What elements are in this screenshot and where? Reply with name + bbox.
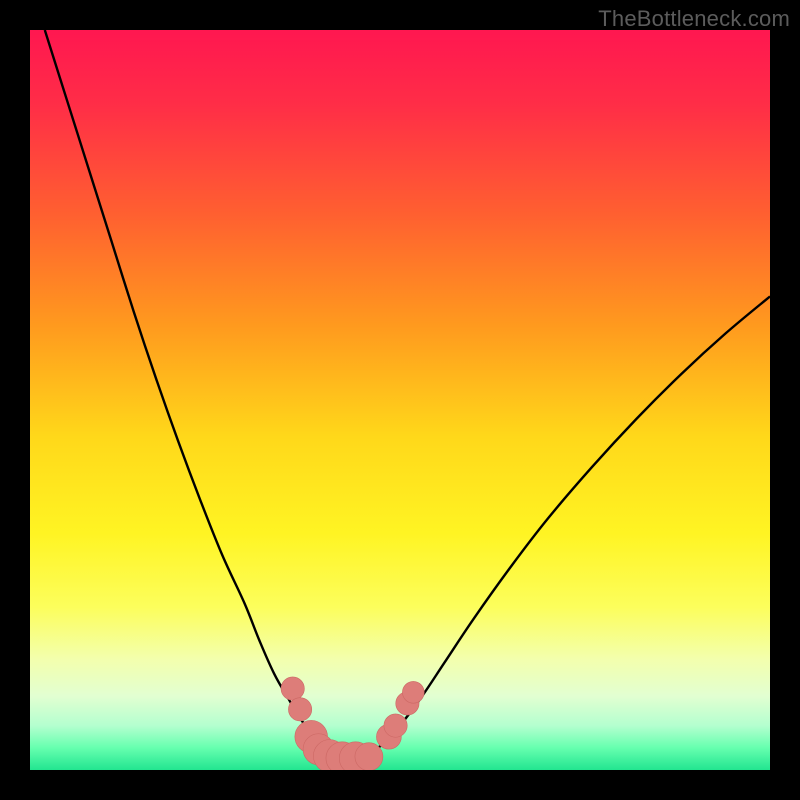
plot-area bbox=[30, 30, 770, 770]
data-marker bbox=[288, 698, 311, 721]
left-curve bbox=[45, 30, 334, 754]
curves-svg bbox=[30, 30, 770, 770]
data-marker bbox=[384, 714, 407, 737]
watermark-text: TheBottleneck.com bbox=[598, 6, 790, 32]
data-marker bbox=[355, 743, 383, 770]
data-marker bbox=[402, 681, 424, 703]
chart-frame: TheBottleneck.com bbox=[0, 0, 800, 800]
data-marker bbox=[281, 677, 304, 700]
marker-group bbox=[281, 677, 424, 770]
right-curve bbox=[370, 296, 770, 753]
